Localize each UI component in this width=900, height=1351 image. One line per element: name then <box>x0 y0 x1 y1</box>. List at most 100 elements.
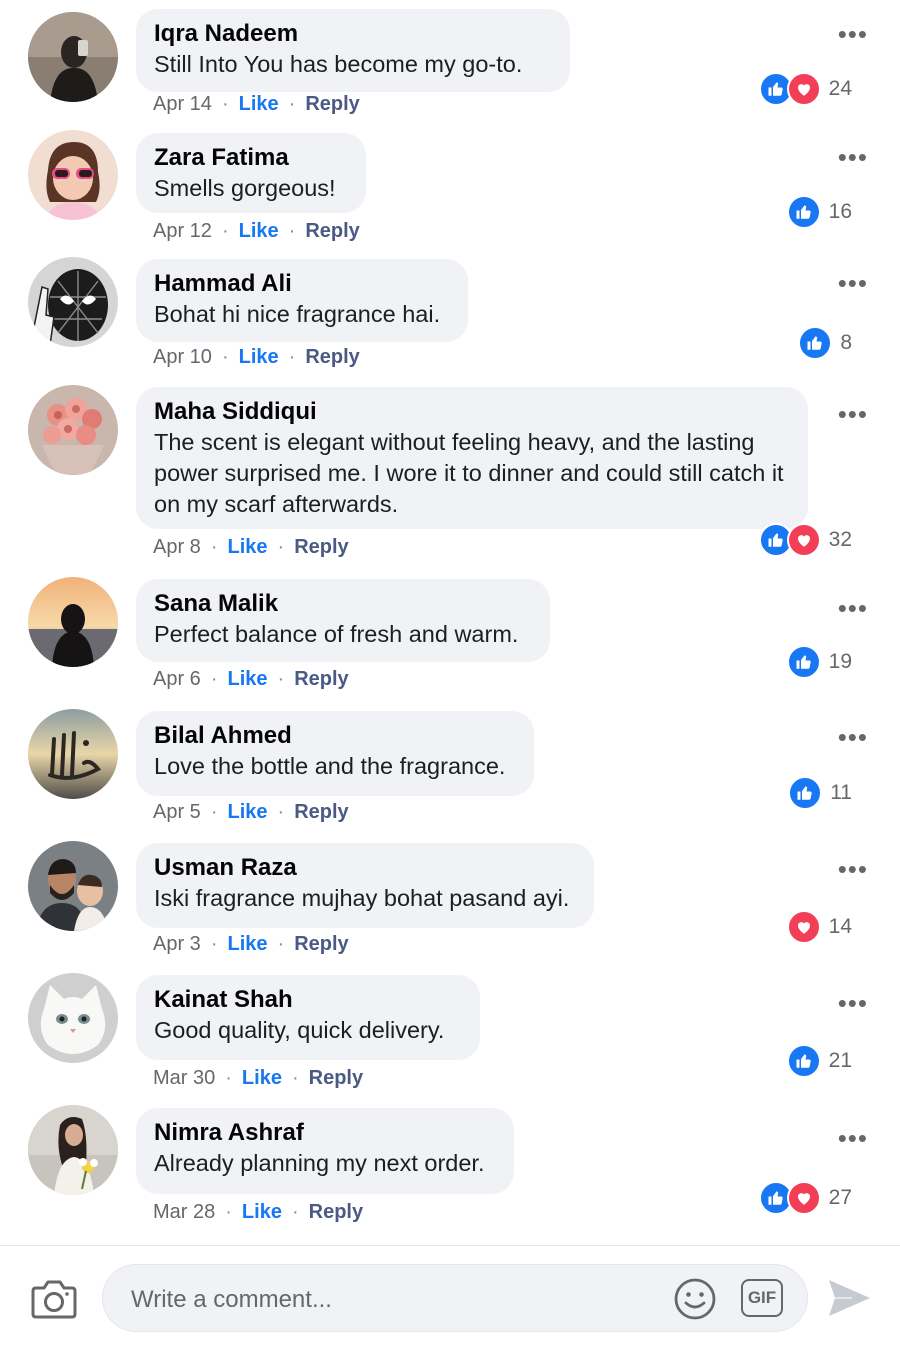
avatar[interactable] <box>28 385 118 475</box>
more-options-icon[interactable]: ••• <box>838 724 868 750</box>
more-options-icon[interactable]: ••• <box>838 401 868 427</box>
reaction-count: 8 <box>840 331 852 354</box>
reactions-summary[interactable]: 11 <box>788 776 852 810</box>
comment-date[interactable]: Apr 8 <box>153 536 201 558</box>
reactions-summary[interactable]: 24 <box>758 72 852 106</box>
reactions-summary[interactable]: 14 <box>786 910 852 944</box>
reply-button[interactable]: Reply <box>309 1201 363 1223</box>
comment-bubble: Bilal Ahmed Love the bottle and the frag… <box>136 711 534 796</box>
comment-author[interactable]: Nimra Ashraf <box>154 1118 496 1148</box>
reactions-summary[interactable]: 16 <box>786 195 852 229</box>
reaction-count: 21 <box>828 1049 852 1072</box>
like-button[interactable]: Like <box>239 346 279 368</box>
avatar[interactable] <box>28 12 118 102</box>
comment-date[interactable]: Apr 5 <box>153 801 201 823</box>
like-button[interactable]: Like <box>227 933 267 955</box>
reply-button[interactable]: Reply <box>294 536 348 558</box>
comment-author[interactable]: Sana Malik <box>154 589 532 619</box>
comment-author[interactable]: Zara Fatima <box>154 143 348 173</box>
comment-author[interactable]: Usman Raza <box>154 853 576 883</box>
comment-bubble: Hammad Ali Bohat hi nice fragrance hai. <box>136 259 468 342</box>
comment-date[interactable]: Apr 3 <box>153 933 201 955</box>
like-reaction-icon <box>786 645 821 679</box>
avatar[interactable] <box>28 577 118 667</box>
love-reaction-icon <box>786 1181 821 1215</box>
avatar[interactable] <box>28 973 118 1063</box>
love-reaction-icon <box>786 72 821 106</box>
emoji-icon[interactable] <box>673 1277 717 1321</box>
reaction-count: 16 <box>828 200 852 223</box>
more-options-icon[interactable]: ••• <box>838 1125 868 1151</box>
like-reaction-icon <box>786 195 821 229</box>
comment-bubble: Nimra Ashraf Already planning my next or… <box>136 1108 514 1194</box>
comment-author[interactable]: Kainat Shah <box>154 985 462 1015</box>
comment-text: Perfect balance of fresh and warm. <box>154 621 519 647</box>
more-options-icon[interactable]: ••• <box>838 270 868 296</box>
reaction-count: 24 <box>828 77 852 100</box>
reply-button[interactable]: Reply <box>294 668 348 690</box>
comment-author[interactable]: Bilal Ahmed <box>154 721 516 751</box>
more-options-icon[interactable]: ••• <box>838 21 868 47</box>
more-options-icon[interactable]: ••• <box>838 595 868 621</box>
like-button[interactable]: Like <box>227 536 267 558</box>
like-button[interactable]: Like <box>227 801 267 823</box>
comment-date[interactable]: Apr 10 <box>153 346 212 368</box>
reactions-summary[interactable]: 8 <box>798 326 852 360</box>
more-options-icon[interactable]: ••• <box>838 990 868 1016</box>
comment-meta: Apr 5 · Like · Reply <box>153 801 349 823</box>
comment-text: Smells gorgeous! <box>154 175 336 201</box>
comment-bubble: Usman Raza Iski fragrance mujhay bohat p… <box>136 843 594 928</box>
reactions-summary[interactable]: 19 <box>786 645 852 679</box>
avatar[interactable] <box>28 1105 118 1195</box>
comment-text: Already planning my next order. <box>154 1150 485 1176</box>
comment-meta: Mar 28 · Like · Reply <box>153 1201 364 1223</box>
comment-meta: Mar 30 · Like · Reply <box>153 1067 364 1089</box>
comment-author[interactable]: Hammad Ali <box>154 269 450 299</box>
more-options-icon[interactable]: ••• <box>838 144 868 170</box>
comment-input[interactable] <box>129 1279 653 1321</box>
comment-date[interactable]: Mar 28 <box>153 1201 215 1223</box>
reply-button[interactable]: Reply <box>305 220 359 242</box>
comment-text: The scent is elegant without feeling hea… <box>154 429 784 517</box>
avatar[interactable] <box>28 130 118 220</box>
comment-bubble: Maha Siddiqui The scent is elegant witho… <box>136 387 808 529</box>
comment-date[interactable]: Mar 30 <box>153 1067 215 1089</box>
reply-button[interactable]: Reply <box>305 346 359 368</box>
reactions-summary[interactable]: 32 <box>758 523 852 557</box>
reply-button[interactable]: Reply <box>294 801 348 823</box>
like-reaction-icon <box>786 1044 821 1078</box>
like-reaction-icon <box>788 776 823 810</box>
comment-text: Love the bottle and the fragrance. <box>154 753 506 779</box>
avatar[interactable] <box>28 841 118 931</box>
comment-date[interactable]: Apr 6 <box>153 668 201 690</box>
avatar[interactable] <box>28 709 118 799</box>
comment-author[interactable]: Maha Siddiqui <box>154 397 790 427</box>
more-options-icon[interactable]: ••• <box>838 856 868 882</box>
reply-button[interactable]: Reply <box>305 93 359 115</box>
comment-text: Bohat hi nice fragrance hai. <box>154 301 441 327</box>
love-reaction-icon <box>786 910 821 944</box>
comment-date[interactable]: Apr 12 <box>153 220 212 242</box>
like-button[interactable]: Like <box>227 668 267 690</box>
like-button[interactable]: Like <box>242 1067 282 1089</box>
reply-button[interactable]: Reply <box>309 1067 363 1089</box>
love-reaction-icon <box>786 523 821 557</box>
like-button[interactable]: Like <box>239 220 279 242</box>
send-icon[interactable] <box>826 1276 872 1320</box>
reply-button[interactable]: Reply <box>294 933 348 955</box>
like-button[interactable]: Like <box>239 93 279 115</box>
comment-text: Good quality, quick delivery. <box>154 1017 445 1043</box>
comment-bubble: Kainat Shah Good quality, quick delivery… <box>136 975 480 1060</box>
comment-meta: Apr 12 · Like · Reply <box>153 220 360 242</box>
comment-text: Still Into You has become my go-to. <box>154 51 523 77</box>
camera-icon[interactable] <box>30 1276 78 1320</box>
reaction-count: 32 <box>828 528 852 551</box>
avatar[interactable] <box>28 257 118 347</box>
gif-button[interactable]: GIF <box>741 1279 783 1317</box>
reactions-summary[interactable]: 21 <box>786 1044 852 1078</box>
comment-author[interactable]: Iqra Nadeem <box>154 19 552 49</box>
comment-input-box[interactable]: GIF <box>102 1264 808 1332</box>
like-button[interactable]: Like <box>242 1201 282 1223</box>
comment-date[interactable]: Apr 14 <box>153 93 212 115</box>
reactions-summary[interactable]: 27 <box>758 1181 852 1215</box>
